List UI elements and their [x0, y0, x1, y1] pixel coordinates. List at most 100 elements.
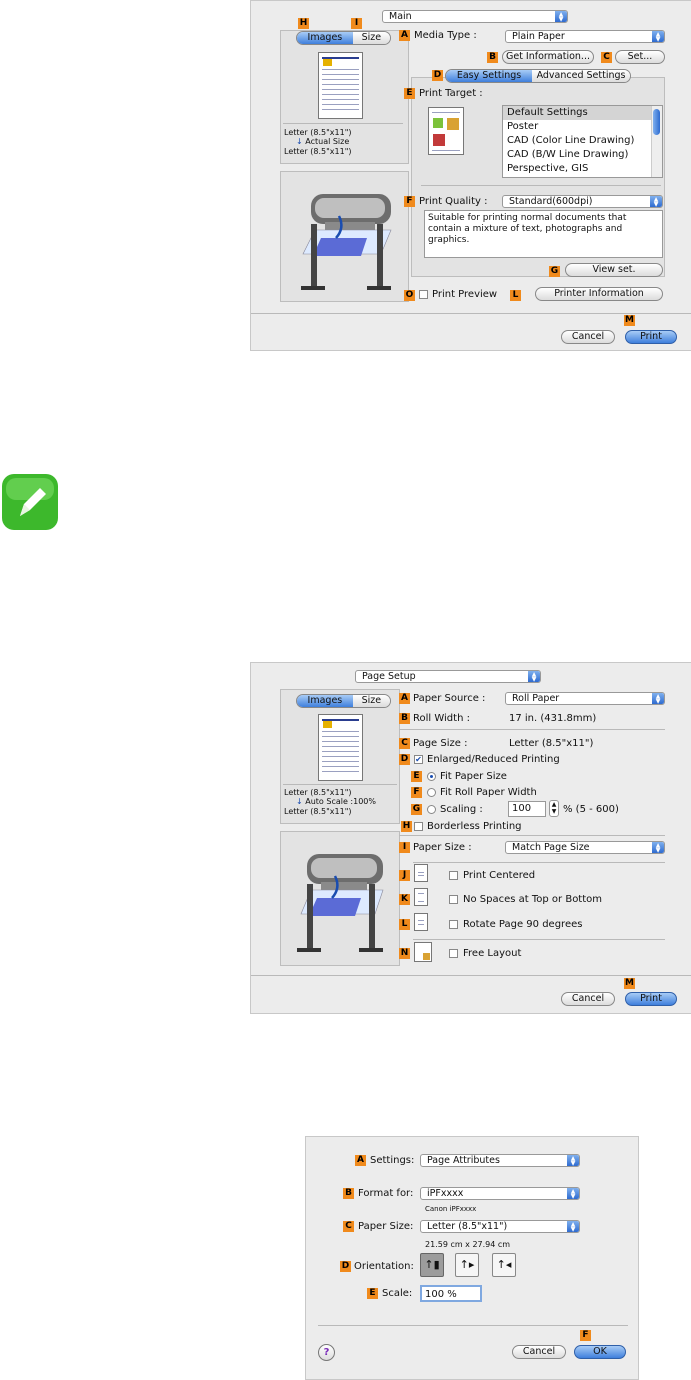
enlarged-reduced-checkbox[interactable]: ✔	[414, 755, 423, 764]
settings-label: Settings:	[370, 1155, 415, 1166]
orientation-portrait-button[interactable]: ↑▮	[420, 1253, 444, 1277]
print-quality-label: Print Quality :	[419, 196, 488, 207]
tag-k: K	[399, 894, 410, 905]
page-size-value: Letter (8.5"x11")	[509, 738, 594, 749]
printer-information-button[interactable]: Printer Information	[535, 287, 663, 301]
preview-paper-line1: Letter (8.5"x11")	[284, 128, 352, 137]
tab-size[interactable]: Size	[352, 32, 390, 44]
tag-m: M	[624, 315, 635, 326]
no-spaces-label: No Spaces at Top or Bottom	[463, 894, 603, 905]
reverse-landscape-icon: ↑◂	[496, 1258, 512, 1271]
tag-i: I	[399, 842, 410, 853]
portrait-icon: ↑▮	[424, 1258, 440, 1271]
format-for-value: iPFxxxx	[427, 1188, 464, 1199]
mode-select-value: Main	[389, 11, 412, 22]
pencil-note-icon	[2, 474, 58, 530]
tag-a: A	[399, 693, 410, 704]
print-button[interactable]: Print	[625, 330, 677, 344]
paper-size-select[interactable]: Letter (8.5"x11") ▲ ▼	[420, 1220, 580, 1233]
get-information-button[interactable]: Get Information...	[502, 50, 594, 64]
page-size-label: Page Size :	[413, 738, 468, 749]
print-quality-select[interactable]: Standard(600dpi) ▲ ▼	[502, 195, 663, 208]
fit-roll-width-radio[interactable]	[427, 788, 436, 797]
tag-b: B	[399, 713, 410, 724]
orientation-reverse-landscape-button[interactable]: ↑◂	[492, 1253, 516, 1277]
scaling-input[interactable]: 100	[508, 801, 546, 817]
preview-scale-text: Actual Size	[305, 137, 350, 146]
preview-scale-line: ↓ Actual Size	[296, 137, 349, 146]
tab-images[interactable]: Images	[297, 32, 353, 44]
format-for-select[interactable]: iPFxxxx ▲ ▼	[420, 1187, 580, 1200]
help-button[interactable]: ?	[318, 1344, 335, 1361]
print-button[interactable]: Print	[625, 992, 677, 1006]
tab-advanced-settings[interactable]: Advanced Settings	[532, 70, 630, 82]
paper-size-select[interactable]: Match Page Size ▲ ▼	[505, 841, 665, 854]
print-centered-checkbox[interactable]	[449, 871, 458, 880]
list-item[interactable]: CAD (Color Line Drawing)	[503, 134, 662, 148]
scaling-stepper[interactable]: ▲ ▼	[549, 800, 559, 817]
scale-input[interactable]: 100 %	[420, 1285, 482, 1302]
orientation-landscape-button[interactable]: ↑▸	[455, 1253, 479, 1277]
rotate-page-checkbox[interactable]	[449, 920, 458, 929]
preview-paper-line1: Letter (8.5"x11")	[284, 788, 352, 797]
scrollbar-thumb[interactable]	[653, 109, 660, 135]
paper-size-label: Paper Size :	[413, 842, 472, 853]
cancel-button[interactable]: Cancel	[512, 1345, 566, 1359]
scaling-radio[interactable]	[427, 805, 436, 814]
printer-image-box	[280, 171, 409, 302]
free-layout-icon	[414, 942, 432, 962]
fit-paper-size-radio[interactable]	[427, 772, 436, 781]
scrollbar[interactable]	[651, 106, 662, 177]
tag-f: F	[580, 1330, 591, 1341]
tab-size[interactable]: Size	[352, 695, 390, 707]
media-type-value: Plain Paper	[512, 31, 565, 42]
borderless-label: Borderless Printing	[427, 821, 522, 832]
paper-source-label: Paper Source :	[413, 693, 486, 704]
format-for-label: Format for:	[358, 1188, 414, 1199]
print-centered-label: Print Centered	[463, 870, 536, 881]
set-button[interactable]: Set...	[615, 50, 665, 64]
scaling-range: % (5 - 600)	[563, 804, 619, 815]
paper-source-select[interactable]: Roll Paper ▲ ▼	[505, 692, 665, 705]
paper-size-label: Paper Size:	[358, 1221, 414, 1232]
print-target-list[interactable]: Default Settings Poster CAD (Color Line …	[502, 105, 663, 178]
tab-easy-settings[interactable]: Easy Settings	[446, 70, 533, 82]
tag-g: G	[549, 266, 560, 277]
tag-c: C	[601, 52, 612, 63]
quality-description: Suitable for printing normal documents t…	[424, 210, 663, 258]
printer-icon	[301, 194, 392, 290]
no-spaces-icon	[414, 888, 428, 906]
list-item[interactable]: CAD (B/W Line Drawing)	[503, 148, 662, 162]
arrow-down-icon: ↓	[296, 797, 303, 806]
cancel-button[interactable]: Cancel	[561, 992, 615, 1006]
preview-paper-line3: Letter (8.5"x11")	[284, 807, 352, 816]
scale-label: Scale:	[382, 1288, 413, 1299]
mode-select[interactable]: Page Setup ▲ ▼	[355, 670, 541, 683]
no-spaces-checkbox[interactable]	[449, 895, 458, 904]
view-set-button[interactable]: View set.	[565, 263, 663, 277]
mode-select-value: Page Setup	[362, 671, 416, 682]
paper-size-dimensions: 21.59 cm x 27.94 cm	[425, 1240, 511, 1249]
paper-source-value: Roll Paper	[512, 693, 560, 704]
list-item[interactable]: Perspective, GIS	[503, 162, 662, 176]
cancel-button[interactable]: Cancel	[561, 330, 615, 344]
tag-o: O	[404, 290, 415, 301]
chevron-updown-icon: ▲ ▼	[652, 31, 664, 42]
ok-button[interactable]: OK	[574, 1345, 626, 1359]
free-layout-checkbox[interactable]	[449, 949, 458, 958]
print-preview-checkbox[interactable]	[419, 290, 428, 299]
media-type-label: Media Type :	[414, 30, 477, 41]
preview-tabs: Images Size	[296, 694, 391, 708]
media-type-select[interactable]: Plain Paper ▲ ▼	[505, 30, 665, 43]
rotate-page-label: Rotate Page 90 degrees	[463, 919, 583, 930]
paper-size-value: Match Page Size	[512, 842, 590, 853]
tab-images[interactable]: Images	[297, 695, 353, 707]
settings-select[interactable]: Page Attributes ▲ ▼	[420, 1154, 580, 1167]
enlarged-reduced-label: Enlarged/Reduced Printing	[427, 754, 560, 765]
print-target-label: Print Target :	[419, 88, 483, 99]
borderless-checkbox[interactable]	[414, 822, 423, 831]
print-dialog-main: Main ▲ ▼ H I Images Size Letter (8.5"x11")…	[250, 0, 691, 351]
list-item[interactable]: Default Settings	[503, 106, 662, 120]
mode-select[interactable]: Main ▲ ▼	[382, 10, 568, 23]
list-item[interactable]: Poster	[503, 120, 662, 134]
